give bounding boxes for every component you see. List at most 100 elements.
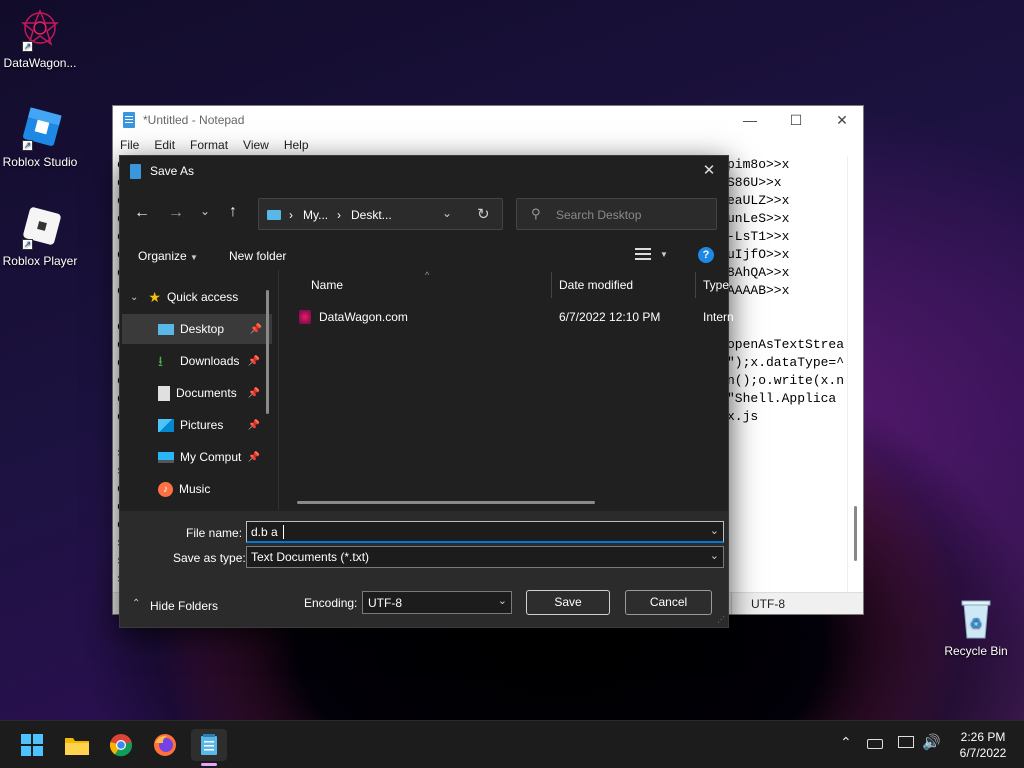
text-line: uIjfO>>x (727, 247, 790, 262)
save-button[interactable]: Save (526, 590, 610, 615)
navigation-pane[interactable]: ⌄ ★ Quick access Desktop 📌 ⭳ Downloads 📌… (120, 282, 272, 510)
notepad-text-right: pim8o>>x S86U>>x eaULZ>>x unLeS>>x -LsT1>>x u… (727, 156, 844, 426)
menu-help[interactable]: Help (277, 138, 317, 152)
organize-button[interactable]: Organize ▼ (138, 249, 198, 263)
dialog-toolbar: Organize ▼ New folder ▼ ? (120, 241, 728, 271)
chevron-up-icon[interactable]: ⌃ (132, 598, 140, 609)
network-icon[interactable] (898, 736, 914, 748)
chevron-down-icon: ▼ (190, 253, 198, 262)
save-as-type-value: Text Documents (*.txt) (251, 550, 370, 564)
nav-item-downloads[interactable]: ⭳ Downloads 📌 (120, 346, 270, 376)
chevron-down-icon[interactable]: ⌄ (710, 549, 719, 562)
dialog-title-bar[interactable]: Save As ✕ (120, 156, 728, 186)
desktop-icon-label: DataWagon... (3, 56, 77, 70)
nav-scrollbar-thumb[interactable] (266, 290, 269, 414)
nav-item-label: Music (179, 482, 211, 496)
chevron-down-icon: ⌄ (130, 291, 139, 303)
scrollbar-thumb[interactable] (854, 506, 857, 561)
dialog-close-button[interactable]: ✕ (696, 158, 722, 184)
hide-folders-button[interactable]: Hide Folders (150, 599, 218, 613)
pictures-icon (158, 418, 174, 432)
nav-item-pictures[interactable]: Pictures 📌 (120, 410, 270, 440)
nav-item-music[interactable]: ♪ Music (120, 474, 270, 504)
dialog-title: Save As (150, 164, 195, 178)
menu-file[interactable]: File (113, 138, 147, 152)
address-dropdown-icon[interactable]: ⌄ (442, 206, 452, 220)
pin-icon: 📌 (247, 355, 260, 367)
desktop-icon-roblox-studio[interactable]: ↗ Roblox Studio (0, 105, 80, 169)
text-line: -LsT1>>x (727, 229, 790, 244)
text-line: n();o.write(x.n (727, 373, 845, 388)
shortcut-arrow-icon: ↗ (22, 140, 33, 151)
nav-item-label: My Comput (180, 450, 242, 464)
desktop-icon-datawagon[interactable]: ↗ DataWagon... (0, 8, 80, 70)
start-button[interactable] (16, 729, 48, 761)
horizontal-scrollbar-thumb[interactable] (297, 501, 595, 504)
column-header-date[interactable]: Date modified (559, 278, 633, 292)
view-chevron-down-icon[interactable]: ▼ (660, 250, 668, 259)
new-folder-button[interactable]: New folder (229, 249, 286, 263)
maximize-button[interactable]: ☐ (773, 106, 819, 134)
text-line: openAsTextStrea (727, 337, 845, 352)
notepad-title-bar[interactable]: *Untitled - Notepad — ☐ ✕ (113, 106, 863, 134)
pin-icon: 📌 (247, 419, 260, 431)
menu-edit[interactable]: Edit (147, 138, 183, 152)
nav-quick-access[interactable]: ⌄ ★ Quick access (120, 282, 270, 312)
address-separator: › (337, 208, 341, 222)
save-as-dialog[interactable]: Save As ✕ ← → ⌄ ↑ › My... › Deskt... ⌄ ↻… (119, 155, 734, 628)
column-header-type[interactable]: Type (703, 278, 729, 292)
clock[interactable]: 2:26 PM 6/7/2022 (948, 729, 1018, 761)
refresh-icon[interactable]: ↻ (477, 205, 490, 223)
chrome-icon (109, 734, 133, 757)
roblox-studio-icon: ↗ (20, 105, 62, 151)
file-name: DataWagon.com (319, 310, 408, 324)
search-input[interactable]: Search Desktop (556, 208, 641, 222)
nav-item-my-computer[interactable]: My Comput 📌 (120, 442, 270, 472)
address-segment-1[interactable]: My... (303, 208, 328, 222)
address-segment-2[interactable]: Deskt... (351, 208, 392, 222)
chevron-down-icon[interactable]: ⌄ (710, 524, 719, 537)
close-button[interactable]: ✕ (819, 106, 865, 134)
keyboard-icon[interactable] (867, 739, 883, 749)
help-icon[interactable]: ? (698, 247, 714, 263)
music-icon: ♪ (158, 481, 173, 497)
chevron-down-icon[interactable]: ⌄ (498, 594, 507, 607)
roblox-player-icon: ↗ (20, 204, 61, 250)
save-as-type-select[interactable]: Text Documents (*.txt) ⌄ (246, 546, 724, 568)
download-icon: ⭳ (158, 353, 163, 369)
column-header-name[interactable]: Name (311, 278, 343, 292)
file-row[interactable]: DataWagon.com 6/7/2022 12:10 PM Intern (279, 306, 734, 328)
recent-locations-chevron-icon[interactable]: ⌄ (200, 204, 210, 218)
documents-icon (158, 385, 170, 401)
search-box[interactable]: ⚲ Search Desktop (516, 198, 717, 230)
resize-grip-icon[interactable]: ⋰ (717, 615, 725, 624)
text-cursor (283, 525, 284, 539)
file-date: 6/7/2022 12:10 PM (559, 310, 661, 324)
menu-view[interactable]: View (236, 138, 277, 152)
recycle-bin-icon: ♻ (956, 596, 996, 640)
firefox-button[interactable] (149, 729, 181, 761)
minimize-button[interactable]: — (727, 106, 773, 134)
file-name-input[interactable]: d.b a ⌄ (246, 521, 724, 543)
encoding-select[interactable]: UTF-8 ⌄ (362, 591, 512, 614)
forward-icon[interactable]: → (168, 204, 184, 222)
file-explorer-button[interactable] (61, 729, 93, 761)
address-separator: › (289, 208, 293, 222)
chevron-up-icon[interactable]: ⌃ (840, 734, 852, 751)
file-list[interactable]: ^ Name Date modified Type DataWagon.com … (279, 270, 734, 510)
menu-format[interactable]: Format (183, 138, 236, 152)
nav-item-documents[interactable]: Documents 📌 (120, 378, 270, 408)
cancel-button[interactable]: Cancel (625, 590, 712, 615)
desktop-icon-recycle-bin[interactable]: ♻ Recycle Bin (936, 596, 1016, 658)
back-icon[interactable]: ← (134, 204, 150, 222)
address-bar[interactable]: › My... › Deskt... ⌄ ↻ (258, 198, 503, 230)
up-icon[interactable]: ↑ (229, 203, 237, 221)
view-options-icon[interactable] (635, 248, 651, 260)
volume-icon[interactable]: 🔊 (922, 733, 941, 751)
nav-item-desktop[interactable]: Desktop 📌 (122, 314, 272, 344)
desktop-icon-roblox-player[interactable]: ↗ Roblox Player (0, 204, 80, 268)
file-name-value: d.b a (251, 525, 278, 539)
notepad-taskbar-button[interactable] (191, 729, 227, 766)
notepad-scrollbar[interactable] (847, 156, 863, 592)
chrome-button[interactable] (105, 729, 137, 761)
